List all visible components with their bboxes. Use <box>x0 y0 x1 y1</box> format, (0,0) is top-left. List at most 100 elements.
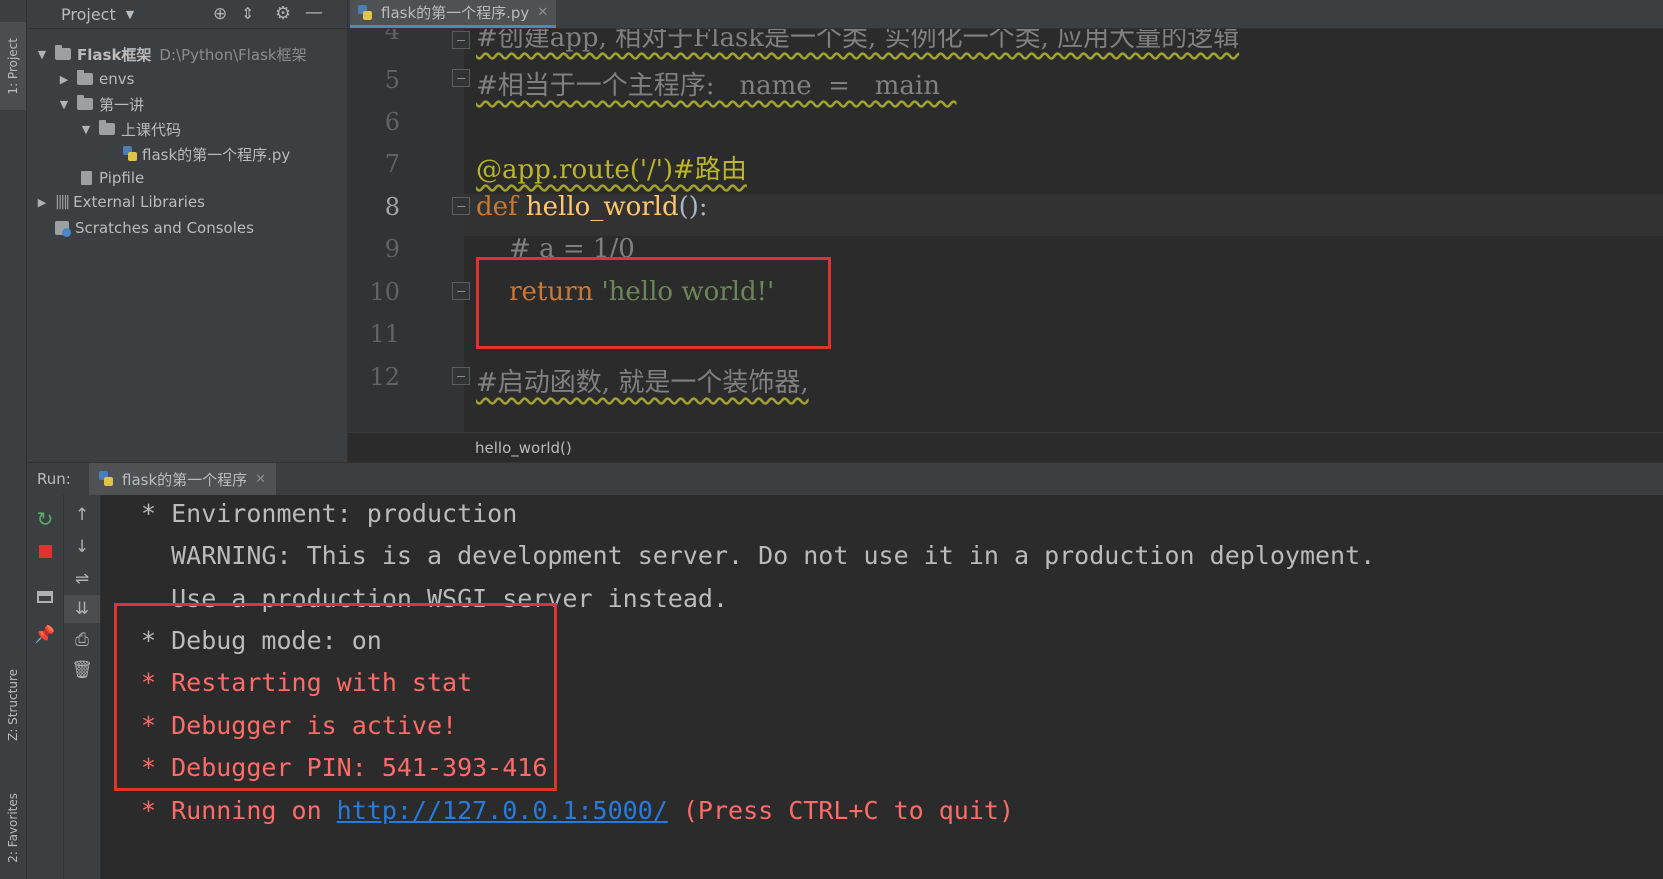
line-number: 6 <box>384 108 400 136</box>
stop-button[interactable] <box>27 537 63 565</box>
gear-icon[interactable]: ⚙ <box>275 3 291 24</box>
run-tab-label: flask的第一个程序 <box>122 470 248 489</box>
line-number: 9 <box>384 235 400 263</box>
close-icon[interactable]: ✕ <box>537 5 548 20</box>
run-toolbar-primary: ↻ 📌 <box>27 495 64 879</box>
server-url-link[interactable]: http://127.0.0.1:5000/ <box>337 796 668 825</box>
rerun-icon[interactable]: ↻ <box>27 505 63 533</box>
arrow-up-icon[interactable]: ↑ <box>64 501 100 529</box>
structure-tool-tab[interactable]: Z: Structure <box>0 655 26 755</box>
chevron-down-icon[interactable]: ▼ <box>126 8 134 21</box>
print-icon[interactable]: ⎙ <box>64 626 100 654</box>
editor-tab-label: flask的第一个程序.py <box>381 4 530 22</box>
tree-item-flask-root[interactable]: ▼ Flask框架 D:\Python\Flask框架 <box>35 42 307 66</box>
soft-wrap-icon[interactable]: ⇌ <box>64 565 100 593</box>
scroll-to-end-icon[interactable]: ⇊ <box>64 595 100 623</box>
code-line-8: def hello_world(): <box>476 192 708 222</box>
folder-icon <box>55 45 71 60</box>
code-line-5: #相当于一个主程序: name = main <box>476 71 957 101</box>
chevron-right-icon[interactable]: ▶ <box>35 196 49 209</box>
line-number: 12 <box>369 363 400 391</box>
tree-item-scratches[interactable]: Scratches and Consoles <box>55 216 254 240</box>
file-icon <box>81 171 92 185</box>
tree-item-label: flask的第一个程序.py <box>142 145 291 164</box>
fold-marker-icon[interactable] <box>452 282 470 300</box>
pin-icon[interactable]: 📌 <box>27 621 63 649</box>
code-line-4: #创建app, 相对于Flask是一个类, 实例化一个类, 应用大量的逻辑 <box>476 29 1240 53</box>
folder-icon <box>77 70 93 85</box>
python-file-icon <box>358 4 372 21</box>
tree-item-class-code[interactable]: ▼ 上课代码 <box>79 117 181 141</box>
code-editor[interactable]: 4 5 6 7 8 9 10 11 12 #创建app, 相对于Flask是一个… <box>348 29 1663 432</box>
running-prefix: * Running on <box>141 796 337 825</box>
chevron-down-icon[interactable]: ▼ <box>35 48 49 61</box>
stop-icon <box>38 544 52 558</box>
folder-icon <box>77 95 93 110</box>
line-number: 4 <box>384 29 400 45</box>
breadcrumb: hello_world() <box>348 432 1663 463</box>
favorites-tool-tab[interactable]: 2: Favorites <box>0 780 26 875</box>
tree-item-label: External Libraries <box>73 193 205 211</box>
code-line-12: #启动函数, 就是一个装饰器, <box>476 368 809 398</box>
python-file-icon <box>99 471 113 487</box>
structure-tool-tab-label: Z: Structure <box>6 669 20 741</box>
function-name: hello_world <box>525 192 679 222</box>
running-suffix: (Press CTRL+C to quit) <box>667 796 1014 825</box>
project-tool-tab[interactable]: 1: Project <box>0 22 26 110</box>
tree-item-external-libraries[interactable]: ▶ |||‖ External Libraries <box>35 190 205 214</box>
library-icon: |||‖ <box>55 194 70 210</box>
tree-item-envs[interactable]: ▶ envs <box>57 67 134 91</box>
tree-item-label: Flask框架 <box>77 45 152 64</box>
minimize-icon[interactable]: — <box>305 2 323 23</box>
fold-marker-icon[interactable] <box>452 31 470 49</box>
tree-item-label: 第一讲 <box>99 95 145 114</box>
trash-icon[interactable]: 🗑 <box>64 656 100 684</box>
chevron-down-icon[interactable]: ▼ <box>79 123 93 136</box>
locate-icon[interactable]: ⊕ <box>213 4 227 24</box>
favorites-tool-tab-label: 2: Favorites <box>6 792 20 863</box>
tree-item-flask-program-file[interactable]: flask的第一个程序.py <box>123 142 290 166</box>
layout-icon[interactable] <box>27 583 63 611</box>
fold-marker-icon[interactable] <box>452 367 470 385</box>
console-line: * Environment: production <box>141 499 518 528</box>
arrow-down-icon[interactable]: ↓ <box>64 533 100 561</box>
code-line-7: @app.route('/')#路由 <box>476 155 747 185</box>
chevron-right-icon[interactable]: ▶ <box>57 73 71 86</box>
project-panel: Project ▼ ⊕ ⇕ ⚙ — ▼ Flask框架 D:\Python\Fl… <box>27 0 348 462</box>
line-number: 11 <box>369 320 400 348</box>
editor-tab-bar: flask的第一个程序.py ✕ <box>348 0 1663 29</box>
editor-tab-flask-program[interactable]: flask的第一个程序.py ✕ <box>350 0 557 28</box>
tree-item-lecture-one[interactable]: ▼ 第一讲 <box>57 92 144 116</box>
run-console[interactable]: * Environment: production WARNING: This … <box>101 495 1663 879</box>
chevron-down-icon[interactable]: ▼ <box>57 98 71 111</box>
console-running-line: * Running on http://127.0.0.1:5000/ (Pre… <box>141 796 1014 825</box>
line-number: 5 <box>384 66 400 94</box>
line-number: 7 <box>384 150 400 178</box>
python-file-icon <box>123 146 137 162</box>
fold-marker-icon[interactable] <box>452 197 470 215</box>
tree-item-label: envs <box>99 70 135 88</box>
tree-item-pipfile[interactable]: Pipfile <box>81 166 144 190</box>
run-tab-flask-program[interactable]: flask的第一个程序 ✕ <box>89 463 277 495</box>
project-panel-header: Project ▼ ⊕ ⇕ ⚙ — <box>27 0 347 29</box>
breadcrumb-item[interactable]: hello_world() <box>475 439 572 457</box>
tree-item-path: D:\Python\Flask框架 <box>159 45 307 64</box>
annotation-box-console <box>114 603 557 791</box>
run-label: Run: <box>37 470 71 488</box>
fold-marker-icon[interactable] <box>452 69 470 87</box>
folder-icon <box>99 120 115 135</box>
line-number: 8 <box>384 193 400 221</box>
tree-item-label: 上课代码 <box>121 120 182 139</box>
project-tool-tab-label: 1: Project <box>6 37 20 95</box>
tree-item-label: Pipfile <box>99 169 145 187</box>
scratches-icon <box>55 221 71 237</box>
console-line: WARNING: This is a development server. D… <box>141 541 1376 570</box>
function-params: (): <box>678 192 708 222</box>
collapse-all-icon[interactable]: ⇕ <box>241 4 254 23</box>
line-number: 10 <box>369 278 400 306</box>
def-keyword: def <box>476 192 518 222</box>
left-tool-strip: 1: Project Z: Structure 2: Favorites <box>0 0 27 879</box>
run-panel-header: Run: flask的第一个程序 ✕ <box>27 462 1663 496</box>
close-icon[interactable]: ✕ <box>255 472 266 487</box>
project-panel-title[interactable]: Project <box>61 5 116 24</box>
